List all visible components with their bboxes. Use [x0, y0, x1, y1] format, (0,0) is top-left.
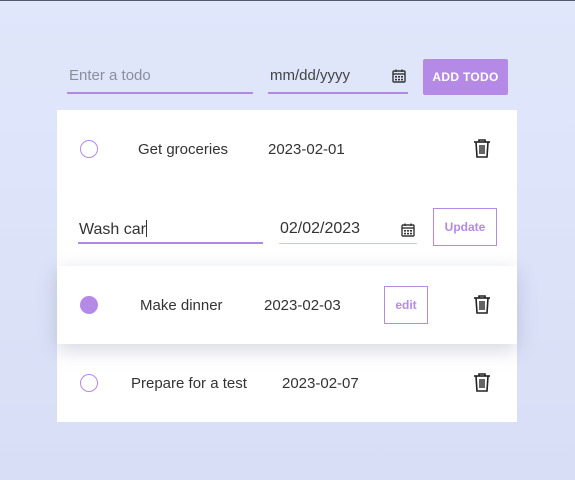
edit-title-value: Wash car — [79, 221, 146, 238]
trash-icon[interactable] — [473, 372, 491, 392]
edit-title-input[interactable]: Wash car — [78, 216, 263, 244]
top-border — [0, 0, 575, 1]
todo-date: 2023-02-03 — [264, 297, 341, 314]
edit-date-value: 02/02/2023 — [280, 220, 361, 237]
todo-item: Prepare for a test 2023-02-07 — [57, 344, 517, 422]
complete-toggle[interactable] — [80, 140, 98, 158]
calendar-icon[interactable] — [401, 223, 415, 237]
complete-toggle[interactable] — [80, 374, 98, 392]
edit-button[interactable]: edit — [384, 286, 428, 324]
add-todo-form: mm/dd/yyyy ADD TODO — [67, 58, 509, 96]
todo-title: Prepare for a test — [131, 375, 247, 392]
todo-item: Get groceries 2023-02-01 — [57, 110, 517, 188]
todo-list: Get groceries 2023-02-01 Wash car 02/02/… — [57, 110, 517, 422]
todo-title: Get groceries — [138, 141, 229, 158]
update-button[interactable]: Update — [433, 208, 497, 246]
date-placeholder: mm/dd/yyyy — [270, 66, 351, 84]
trash-icon[interactable] — [473, 138, 491, 158]
add-todo-button[interactable]: ADD TODO — [423, 59, 508, 95]
todo-date: 2023-02-01 — [268, 141, 345, 158]
calendar-icon[interactable] — [392, 69, 406, 83]
todo-date: 2023-02-07 — [282, 375, 359, 392]
complete-toggle[interactable] — [80, 296, 98, 314]
todo-title: Make dinner — [140, 297, 223, 314]
text-caret — [145, 220, 147, 237]
todo-item: Make dinner 2023-02-03 edit — [57, 266, 517, 344]
todo-input[interactable] — [67, 58, 253, 94]
edit-date-input[interactable]: 02/02/2023 — [279, 216, 417, 244]
trash-icon[interactable] — [473, 294, 491, 314]
date-input[interactable]: mm/dd/yyyy — [268, 58, 408, 94]
